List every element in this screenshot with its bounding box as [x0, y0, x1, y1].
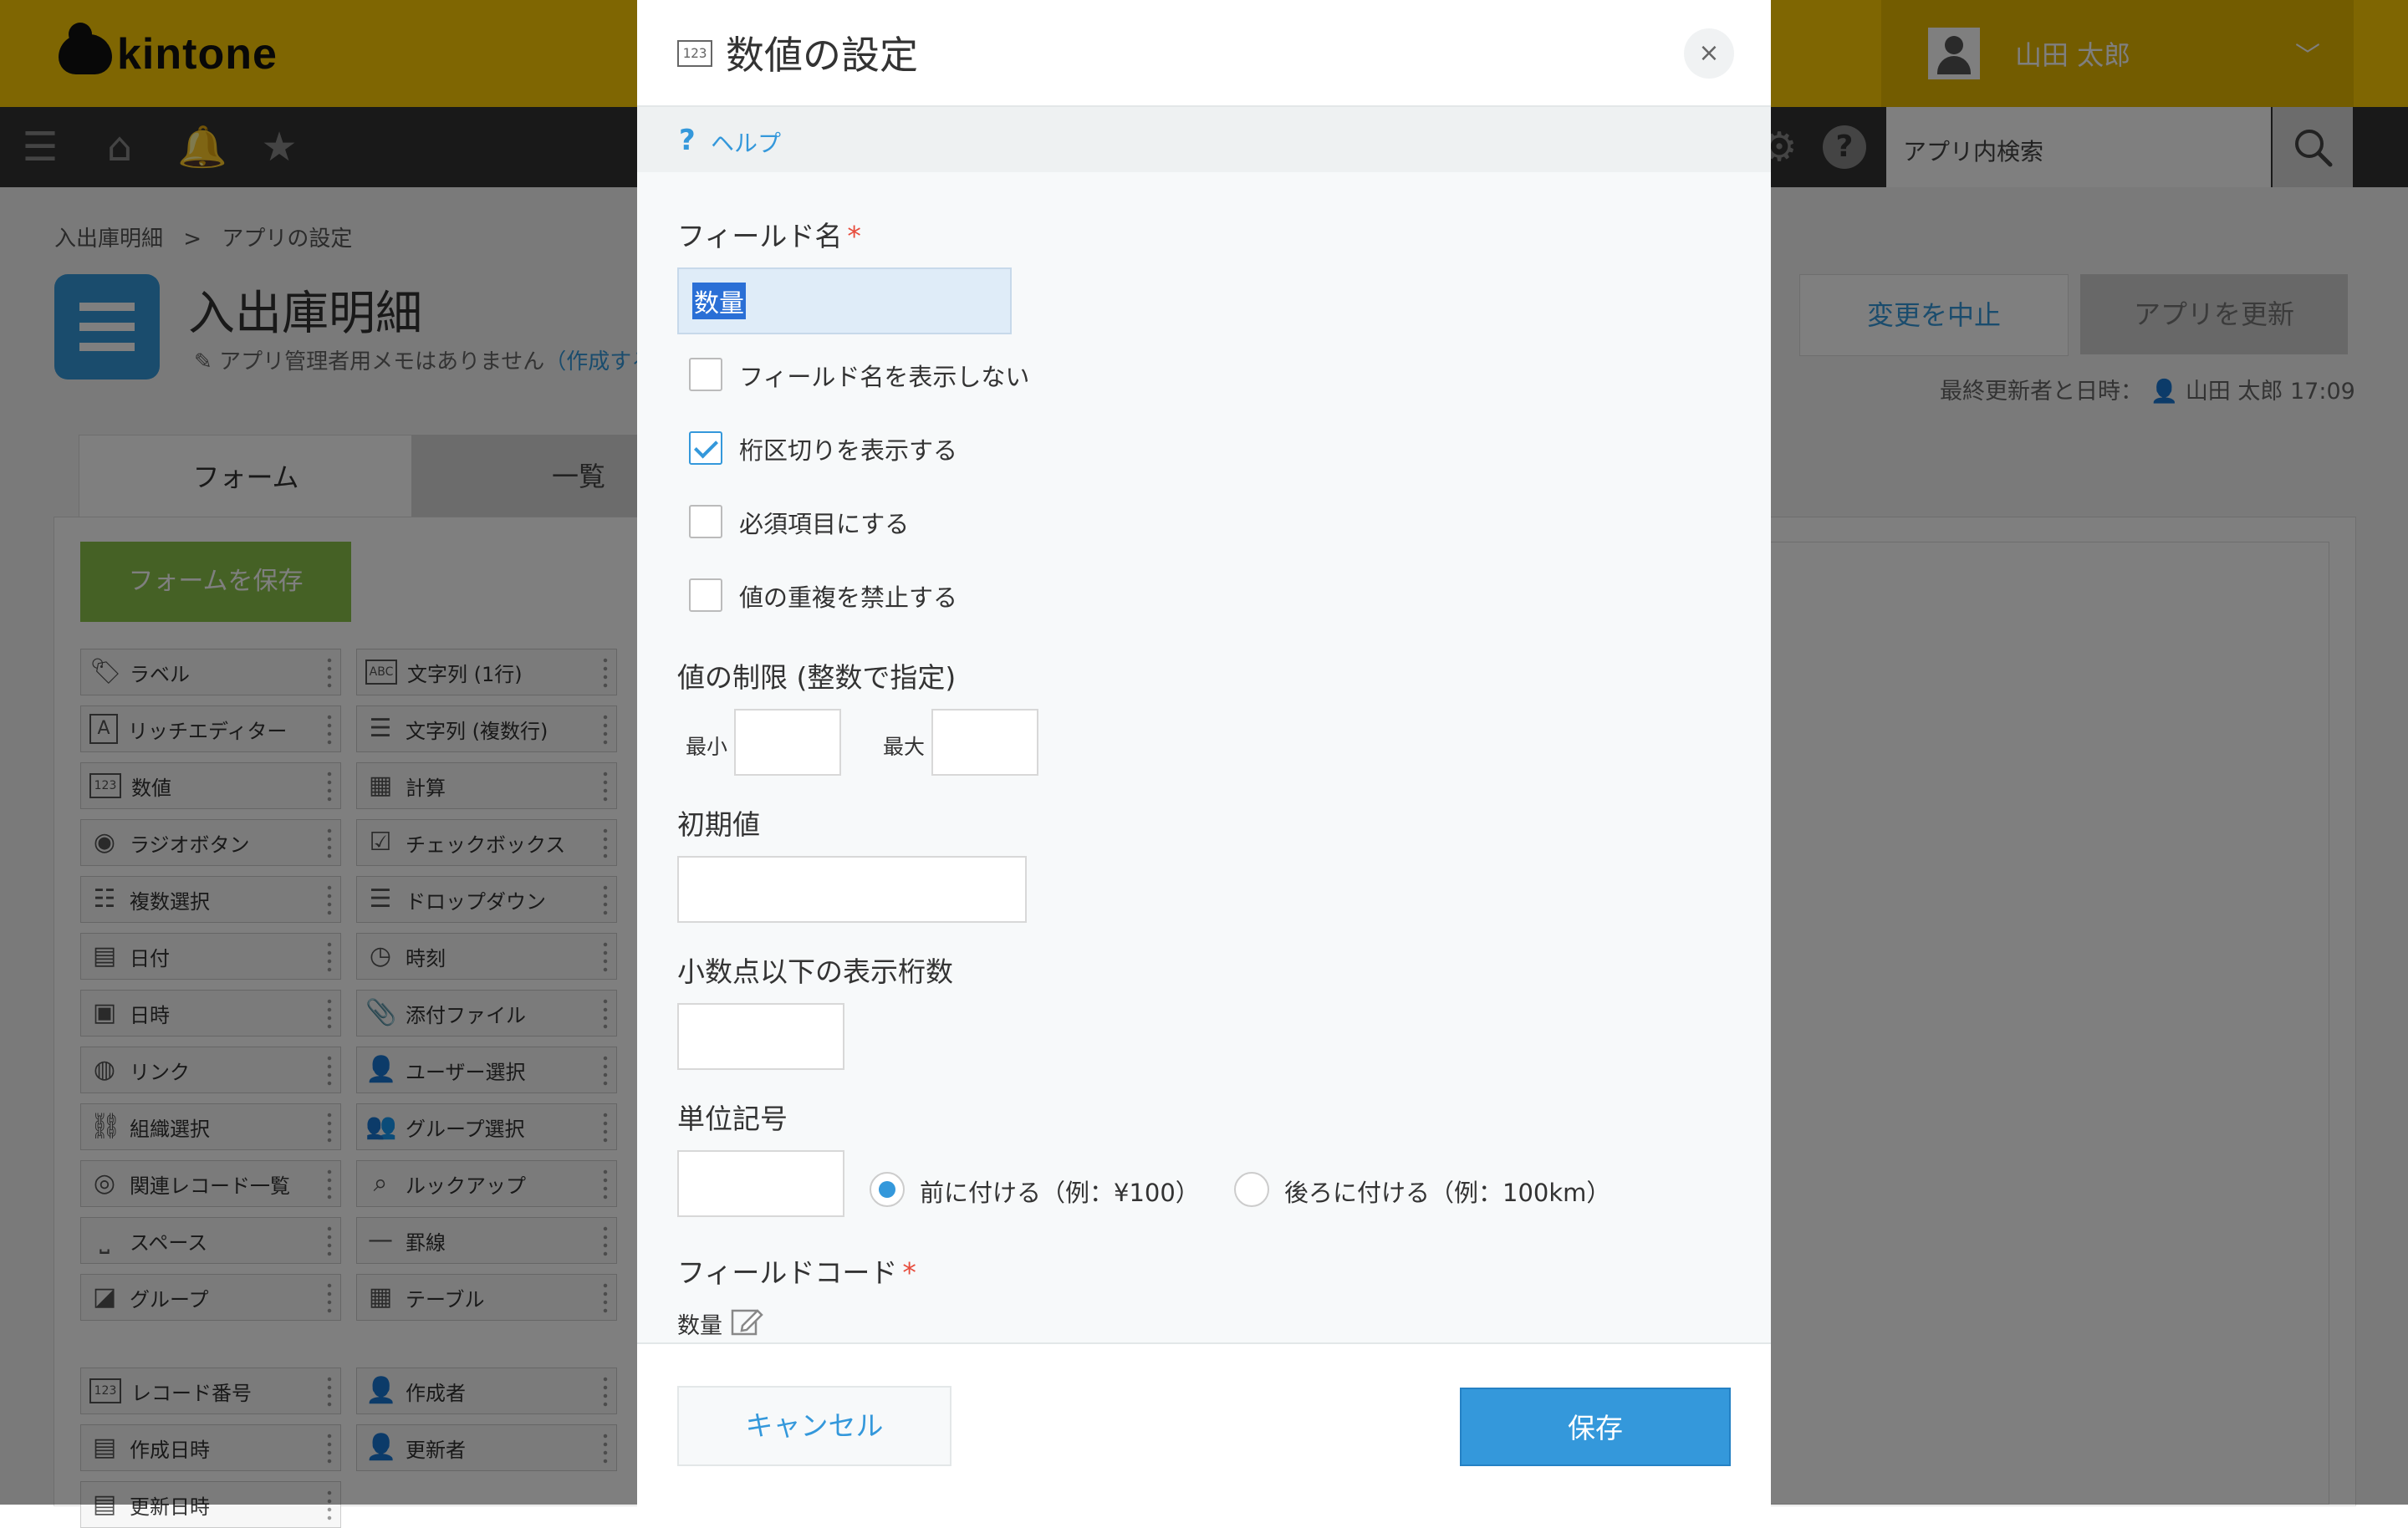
default-value-input[interactable] [677, 856, 1027, 923]
required-mark: * [902, 1256, 916, 1289]
close-button[interactable]: × [1684, 28, 1734, 79]
field-code-label: フィールドコード * [677, 1250, 916, 1291]
required-label[interactable]: 必須項目にする [739, 505, 909, 540]
value-limit-label: 値の制限 (整数で指定) [677, 661, 957, 694]
hide-field-name-label[interactable]: フィールド名を表示しない [739, 358, 1029, 393]
max-input[interactable] [931, 709, 1038, 776]
number-icon: 123 [677, 40, 712, 67]
field-name-value: 数量 [692, 283, 746, 319]
min-input[interactable] [734, 709, 841, 776]
field-name-input[interactable]: 数量 [677, 267, 1012, 334]
field-name-label: フィールド名 * [677, 214, 861, 254]
required-checkbox[interactable] [689, 505, 722, 538]
unit-input[interactable] [677, 1150, 844, 1217]
unit-after-radio[interactable] [1234, 1172, 1269, 1207]
default-value-label: 初期値 [677, 808, 760, 841]
unit-after-label[interactable]: 後ろに付ける（例：100km） [1284, 1174, 1610, 1209]
help-link[interactable]: ヘルプ [711, 125, 781, 159]
dialog-title: 数値の設定 [726, 33, 918, 78]
max-label: 最大 [883, 735, 926, 759]
help-icon: ? [679, 124, 696, 157]
number-settings-dialog: 123 数値の設定 × ? ヘルプ フィールド名 * 数量 フィールド名を表示しな… [637, 0, 1771, 1506]
hide-field-name-checkbox[interactable] [689, 358, 722, 391]
decimal-places-input[interactable] [677, 1003, 844, 1070]
save-button[interactable]: 保存 [1460, 1388, 1731, 1466]
unit-before-label[interactable]: 前に付ける（例：¥100） [920, 1174, 1200, 1209]
field-code-value: 数量 [677, 1313, 722, 1339]
digit-separator-checkbox[interactable] [689, 431, 722, 465]
digit-separator-label[interactable]: 桁区切りを表示する [739, 431, 957, 466]
field-name-label-text: フィールド名 [677, 220, 843, 252]
unique-checkbox[interactable] [689, 578, 722, 612]
cancel-button[interactable]: キャンセル [677, 1386, 951, 1466]
unit-before-radio[interactable] [870, 1172, 905, 1207]
unit-label: 単位記号 [677, 1103, 788, 1135]
field-code-label-text: フィールドコード [677, 1256, 898, 1289]
decimal-places-label: 小数点以下の表示桁数 [677, 955, 953, 988]
pencil-icon[interactable] [731, 1306, 764, 1336]
unique-label[interactable]: 値の重複を禁止する [739, 578, 957, 614]
help-bar [637, 107, 1771, 172]
required-mark: * [847, 220, 861, 252]
min-label: 最小 [686, 735, 728, 759]
